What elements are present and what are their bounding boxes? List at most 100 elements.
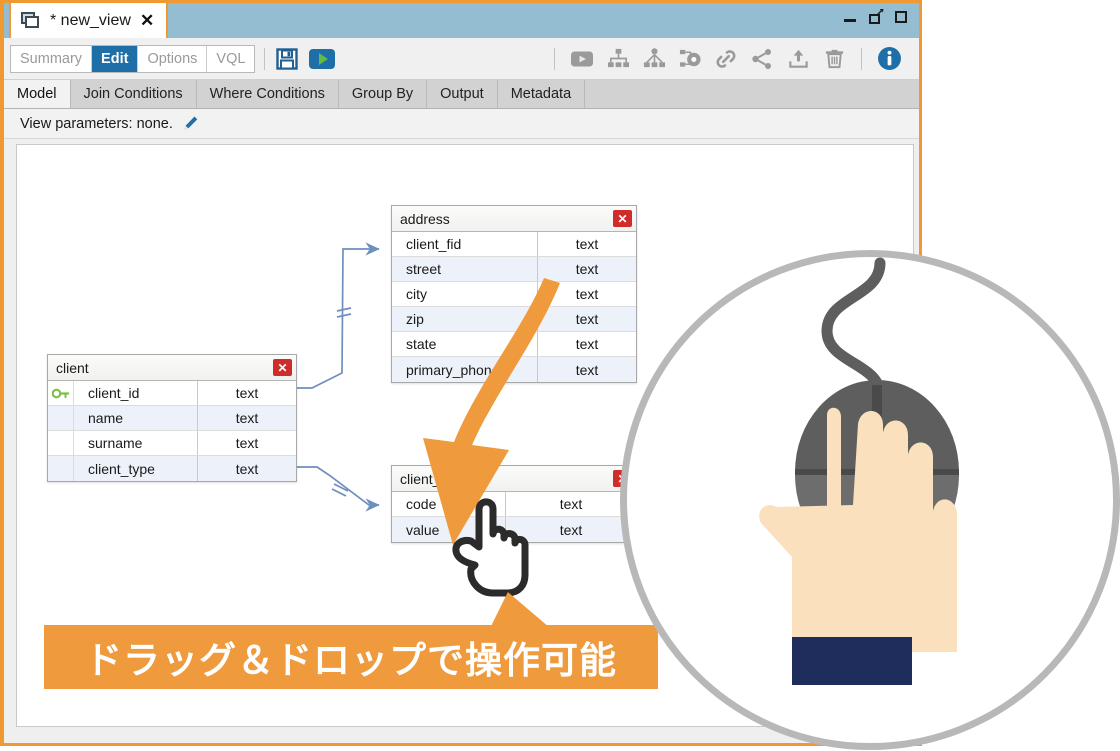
magnifier-circle [620,250,1120,750]
editor-tab-bar: Model Join Conditions Where Conditions G… [4,80,919,109]
save-floppy-icon[interactable] [276,47,299,70]
field-name: state [392,332,538,356]
document-tab-close-icon[interactable]: ✕ [140,12,154,29]
field-name: street [392,257,538,281]
field-name: name [74,406,198,430]
er-table-header[interactable]: address ✕ [392,206,636,232]
table-row[interactable]: zip text [392,307,636,332]
table-row[interactable]: client_id text [48,381,296,406]
table-row[interactable]: value text [392,517,636,542]
shirt-sleeve [792,637,912,685]
mode-button-summary[interactable]: Summary [11,45,93,72]
window-title-bar: * new_view ✕ [4,3,919,38]
tree-hierarchy-icon[interactable] [605,46,631,72]
view-parameters-label: View parameters: none. [20,115,173,132]
table-row[interactable]: city text [392,282,636,307]
run-play-icon[interactable] [309,48,336,69]
field-type: text [575,336,599,352]
tab-metadata[interactable]: Metadata [497,80,586,108]
screenshot-root: * new_view ✕ Summary Edit Options VQL Mo… [0,0,1120,751]
er-table-header[interactable]: client_type ✕ [392,466,636,492]
join-operator-equals-1 [336,307,352,318]
graph-settings-icon[interactable] [677,46,703,72]
tab-model[interactable]: Model [4,80,71,108]
tab-join-conditions[interactable]: Join Conditions [70,80,197,108]
field-type: text [559,496,583,512]
er-table-client[interactable]: client ✕ client_id text name text surnam… [47,354,297,482]
close-icon[interactable]: ✕ [613,210,632,227]
info-icon[interactable] [876,46,902,72]
export-upload-icon[interactable] [785,46,811,72]
toolbar-divider-3 [861,47,862,70]
mode-button-edit[interactable]: Edit [92,45,139,72]
minimize-icon[interactable] [843,10,857,24]
field-name: city [392,282,538,306]
field-name: code [392,492,506,516]
mode-button-group: Summary Edit Options VQL [10,44,256,73]
annotation-banner: ドラッグ＆ドロップで操作可能 [44,625,658,689]
table-row[interactable]: surname text [48,431,296,456]
field-name: zip [392,307,538,331]
document-tab-title: * new_view [50,11,131,29]
field-type: text [235,410,259,426]
document-tab[interactable]: * new_view ✕ [9,3,169,38]
field-type: text [235,435,259,451]
table-row[interactable]: client_fid text [392,232,636,257]
hand-on-mouse-illustration [759,257,959,685]
mode-button-vql[interactable]: VQL [207,45,255,72]
window-stack-icon [21,12,41,29]
er-table-client-type[interactable]: client_type ✕ code text value text [391,465,637,543]
field-type: text [559,521,583,538]
field-type: text [575,261,599,277]
mouse-cable [821,257,886,401]
join-line-client-address [297,242,380,389]
field-name: value [392,517,506,542]
maximize-icon[interactable] [895,10,909,24]
execute-video-icon[interactable] [569,46,595,72]
join-line-client-clienttype [297,466,380,512]
primary-key-icon [48,381,74,405]
annotation-banner-text: ドラッグ＆ドロップで操作可能 [85,639,617,682]
mode-button-options[interactable]: Options [138,45,208,72]
index-finger [827,407,841,517]
table-row[interactable]: client_type text [48,456,296,481]
restore-icon[interactable] [869,9,884,24]
delete-trash-icon[interactable] [821,46,847,72]
pencil-edit-icon[interactable] [182,115,199,132]
key-cell-empty [48,406,74,430]
table-row[interactable]: name text [48,406,296,431]
restore-arrow-icon [877,9,884,16]
field-name: surname [74,431,198,455]
field-name: primary_phone [392,357,538,382]
toolbar-divider [264,47,266,70]
link-icon[interactable] [713,46,739,72]
table-row[interactable]: code text [392,492,636,517]
key-cell-empty [48,431,74,455]
table-row[interactable]: street text [392,257,636,282]
share-icon[interactable] [749,46,775,72]
graph-nodes-icon[interactable] [641,46,667,72]
field-type: text [575,236,599,252]
table-row[interactable]: primary_phone text [392,357,636,382]
tab-group-by[interactable]: Group By [338,80,428,108]
er-table-header[interactable]: client ✕ [48,355,296,381]
er-table-name: client [56,359,89,376]
banner-callout-tail [490,592,554,628]
er-table-address[interactable]: address ✕ client_fid text street text ci… [391,205,637,383]
field-type: text [235,385,259,401]
er-table-name: address [400,210,450,227]
main-toolbar: Summary Edit Options VQL [4,38,919,80]
toolbar-divider-2 [554,47,555,70]
tab-output[interactable]: Output [427,80,498,108]
view-parameters-bar: View parameters: none. [4,109,919,139]
table-row[interactable]: state text [392,332,636,357]
er-table-name: client_type [400,470,467,487]
close-icon[interactable]: ✕ [273,359,292,376]
field-type: text [575,286,599,302]
field-type: text [575,311,599,327]
field-name: client_fid [392,232,538,256]
field-type: text [575,361,599,378]
tab-where-conditions[interactable]: Where Conditions [196,80,339,108]
join-operator-equals-2 [331,483,349,497]
field-type: text [235,460,259,477]
